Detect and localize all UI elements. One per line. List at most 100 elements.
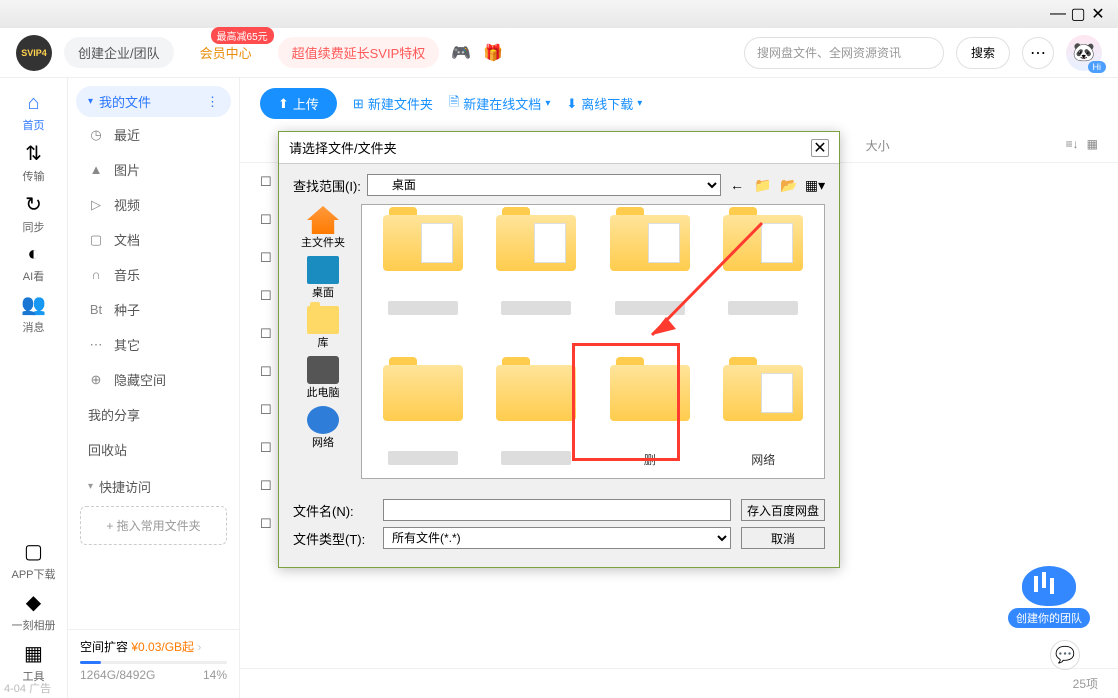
sidebar-item-其它[interactable]: ⋯其它 — [68, 327, 239, 362]
search-button[interactable]: 搜索 — [956, 37, 1010, 69]
leftnav-AI看[interactable]: ◐AI看 — [21, 239, 46, 288]
sidebar-myshare[interactable]: 我的分享 — [68, 397, 239, 432]
sidebar-item-隐藏空间[interactable]: ⊕隐藏空间 — [68, 362, 239, 397]
sidebar-item-label: 图片 — [114, 160, 140, 179]
new-folder-icon[interactable]: 📂 — [779, 175, 799, 195]
minimize-button[interactable]: — — [1048, 5, 1068, 23]
back-icon[interactable]: ← — [727, 175, 747, 195]
place-桌面[interactable]: 桌面 — [307, 254, 339, 302]
folder-item[interactable] — [486, 215, 588, 315]
cloud-chart-icon — [1022, 566, 1076, 606]
window-titlebar: — ▢ ✕ — [0, 0, 1118, 28]
folder-icon — [496, 365, 576, 421]
user-avatar[interactable]: 🐼 Hi — [1066, 35, 1102, 71]
sidebar-icon: ▢ — [88, 232, 104, 248]
bottom-ad-text: 4-04 广告 — [4, 680, 51, 696]
sidebar-icon: ▷ — [88, 197, 104, 213]
sort-icon[interactable]: ≡↓ — [1066, 137, 1079, 154]
sidebar-item-文档[interactable]: ▢文档 — [68, 222, 239, 257]
create-team-fab[interactable]: 创建你的团队 — [1008, 566, 1090, 628]
up-folder-icon[interactable]: 📁 — [753, 175, 773, 195]
search-input[interactable]: 搜网盘文件、全网资源资讯 — [744, 37, 944, 69]
folder-item[interactable]: 网络 — [713, 365, 815, 468]
sidebar-more-icon[interactable]: ⋮ — [206, 94, 219, 110]
sidebar-icon: ◷ — [88, 127, 104, 143]
member-center-pill[interactable]: 会员中心 最高减65元 — [186, 37, 266, 68]
new-doc-button[interactable]: 🗎新建在线文档▾ — [449, 93, 551, 115]
places-bar: 主文件夹桌面库此电脑网络 — [293, 204, 353, 479]
place-icon — [307, 256, 339, 284]
leftnav-同步[interactable]: ↻同步 — [21, 188, 46, 239]
drag-folder-hint[interactable]: + 拖入常用文件夹 — [80, 506, 227, 545]
sidebar-item-label: 最近 — [114, 125, 140, 144]
nav-label: 一刻相册 — [11, 617, 55, 633]
filetype-label: 文件类型(T): — [293, 529, 373, 548]
sidebar-item-音乐[interactable]: ∩音乐 — [68, 257, 239, 292]
place-此电脑[interactable]: 此电脑 — [307, 354, 340, 402]
new-folder-button[interactable]: ⊞新建文件夹 — [353, 94, 433, 113]
gift-icon[interactable]: 🎁 — [483, 43, 503, 63]
footer-count: 25项 — [240, 668, 1118, 698]
nav-icon: ⌂ — [27, 92, 39, 115]
folder-label — [728, 301, 798, 315]
save-button[interactable]: 存入百度网盘 — [741, 499, 825, 521]
leftnav-传输[interactable]: ⇅传输 — [21, 137, 46, 188]
maximize-button[interactable]: ▢ — [1068, 4, 1088, 24]
folder-item[interactable] — [372, 215, 474, 315]
filetype-select[interactable]: 所有文件(*.*) — [383, 527, 731, 549]
folder-icon — [383, 365, 463, 421]
promo-badge: 最高减65元 — [211, 27, 274, 44]
filename-input[interactable] — [383, 499, 731, 521]
leftnav-首页[interactable]: ⌂首页 — [21, 88, 46, 137]
sidebar-item-种子[interactable]: Bt种子 — [68, 292, 239, 327]
sidebar-item-最近[interactable]: ◷ 最近 — [68, 117, 239, 152]
place-网络[interactable]: 网络 — [307, 404, 339, 452]
storage-expand[interactable]: 空间扩容 ¥0.03/GB起 › — [80, 640, 201, 654]
more-button[interactable]: ⋯ — [1022, 37, 1054, 69]
close-button[interactable]: ✕ — [1088, 4, 1108, 24]
place-主文件夹[interactable]: 主文件夹 — [301, 204, 345, 252]
caret-down-icon: ▾ — [637, 98, 642, 109]
dialog-close-button[interactable]: ✕ — [811, 139, 829, 157]
upload-icon: ⬆ — [278, 96, 289, 112]
lookin-select[interactable]: 桌面 — [367, 174, 721, 196]
folder-icon — [723, 365, 803, 421]
folder-item[interactable] — [713, 215, 815, 315]
folder-item[interactable] — [599, 215, 701, 315]
folder-item[interactable]: 删 — [599, 365, 701, 468]
cancel-button[interactable]: 取消 — [741, 527, 825, 549]
place-label: 此电脑 — [307, 384, 340, 400]
create-team-pill[interactable]: 创建企业/团队 — [64, 37, 174, 68]
folder-item[interactable] — [486, 365, 588, 468]
svip-badge[interactable]: SVIP4 — [16, 35, 52, 71]
place-icon — [307, 306, 339, 334]
gamepad-icon[interactable]: 🎮 — [451, 43, 471, 63]
sidebar-item-label: 其它 — [114, 335, 140, 354]
leftnav-消息[interactable]: 👥消息 — [21, 288, 46, 339]
folder-label — [615, 301, 685, 315]
leftnav-APP下载[interactable]: ▢APP下载 — [11, 535, 55, 586]
place-label: 库 — [318, 334, 329, 350]
folder-icon — [496, 215, 576, 271]
col-size[interactable]: 大小 — [866, 137, 1066, 154]
place-库[interactable]: 库 — [307, 304, 339, 352]
upload-button[interactable]: ⬆上传 — [260, 88, 337, 119]
sidebar-quick-section[interactable]: ▾ 快捷访问 — [68, 467, 239, 500]
sidebar-myfiles[interactable]: ▾ 我的文件 ⋮ — [76, 86, 231, 117]
sidebar-recycle[interactable]: 回收站 — [68, 432, 239, 467]
place-label: 主文件夹 — [301, 234, 345, 250]
view-menu-icon[interactable]: ▦▾ — [805, 175, 825, 195]
chat-button[interactable]: 💬 — [1050, 640, 1080, 670]
download-icon: ⬇ — [566, 96, 577, 112]
doc-icon: 🗎 — [449, 93, 459, 115]
file-picker-dialog: 请选择文件/文件夹 ✕ 查找范围(I): 桌面 ← 📁 📂 ▦▾ 主文件夹桌面库… — [278, 131, 840, 568]
leftnav-一刻相册[interactable]: ◆一刻相册 — [11, 586, 55, 637]
folder-item[interactable] — [372, 365, 474, 468]
offline-download-button[interactable]: ⬇离线下载▾ — [566, 94, 642, 113]
sidebar-item-视频[interactable]: ▷视频 — [68, 187, 239, 222]
sidebar-item-图片[interactable]: ▲图片 — [68, 152, 239, 187]
storage-used: 1264G/8492G — [80, 668, 155, 682]
grid-view-icon[interactable]: ▦ — [1087, 137, 1098, 154]
vip-extend-pill[interactable]: 超值续费延长SVIP特权 — [278, 37, 440, 68]
file-pane[interactable]: 删网络 — [361, 204, 825, 479]
